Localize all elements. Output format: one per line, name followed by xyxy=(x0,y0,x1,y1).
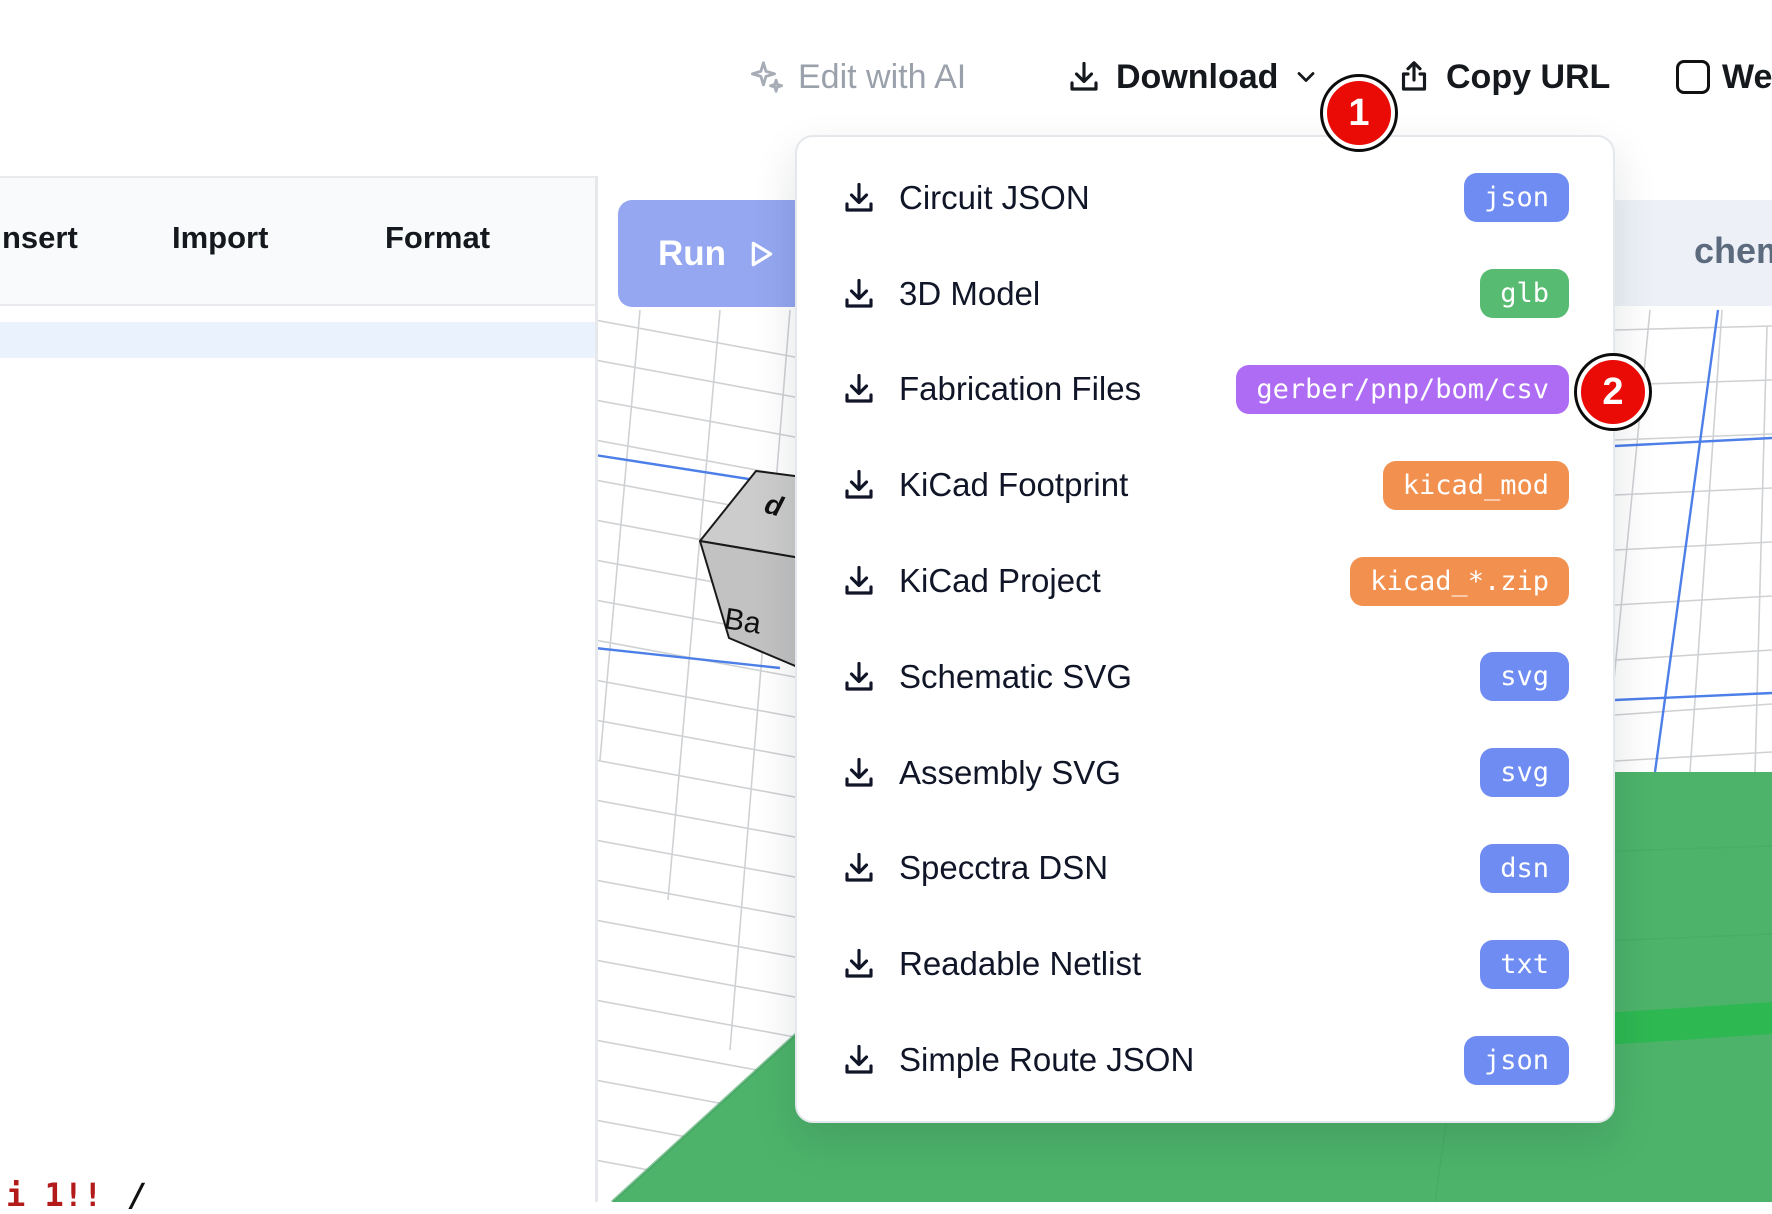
file-format-badge: glb xyxy=(1480,269,1569,318)
file-format-badge: kicad_*.zip xyxy=(1350,557,1569,606)
menubar-item-insert[interactable]: nsert xyxy=(2,220,78,256)
menubar-item-import[interactable]: Import xyxy=(172,220,268,256)
download-icon xyxy=(841,850,877,886)
download-menu-item-label: Fabrication Files xyxy=(899,370,1141,408)
download-menu-item-label: Assembly SVG xyxy=(899,754,1121,792)
download-menu-item-label: Simple Route JSON xyxy=(899,1041,1194,1079)
download-menu-item-label: Schematic SVG xyxy=(899,658,1132,696)
download-label: Download xyxy=(1116,58,1278,97)
menubar-item-format[interactable]: Format xyxy=(385,220,490,256)
app-root: { "toolbar": { "edit_with_ai": "Edit wit… xyxy=(0,0,1772,1202)
download-menu-item[interactable]: Fabrication Files gerber/pnp/bom/csv xyxy=(797,342,1613,438)
file-format-badge: dsn xyxy=(1480,844,1569,893)
file-format-badge: svg xyxy=(1480,652,1569,701)
chevron-down-icon xyxy=(1292,63,1320,91)
download-menu-item[interactable]: Simple Route JSON json xyxy=(797,1012,1613,1108)
edit-with-ai-button[interactable]: Edit with AI xyxy=(746,46,966,108)
download-menu-item[interactable]: Schematic SVG svg xyxy=(797,629,1613,725)
download-menu-item-label: Readable Netlist xyxy=(899,945,1141,983)
download-menu-item-label: Specctra DSN xyxy=(899,849,1108,887)
file-format-badge: json xyxy=(1464,173,1569,222)
download-menu-item-label: 3D Model xyxy=(899,275,1040,313)
file-format-badge: svg xyxy=(1480,748,1569,797)
file-format-badge: kicad_mod xyxy=(1383,461,1569,510)
download-menu-item-label: KiCad Project xyxy=(899,562,1101,600)
download-menu-item-label: Circuit JSON xyxy=(899,179,1090,217)
editor-code-fragment: / xyxy=(128,1176,147,1214)
file-format-badge: gerber/pnp/bom/csv xyxy=(1236,365,1569,414)
download-menu-item[interactable]: KiCad Project kicad_*.zip xyxy=(797,533,1613,629)
copy-url-button[interactable]: Copy URL xyxy=(1396,46,1610,108)
download-icon xyxy=(841,946,877,982)
panel-divider[interactable] xyxy=(595,176,598,1202)
download-menu-item[interactable]: Specctra DSN dsn xyxy=(797,821,1613,917)
download-icon xyxy=(1066,59,1102,95)
editor-highlighted-line[interactable] xyxy=(0,322,595,358)
download-icon xyxy=(841,180,877,216)
editor-error-text: i 1!!/ xyxy=(6,1176,148,1214)
download-dropdown-menu: Circuit JSON json 3D Model glb Fabricati… xyxy=(795,135,1615,1123)
copy-url-label: Copy URL xyxy=(1446,58,1610,97)
file-format-badge: json xyxy=(1464,1036,1569,1085)
download-button[interactable]: Download xyxy=(1066,46,1320,108)
run-button[interactable]: Run xyxy=(618,200,816,307)
annotation-step-2: 2 xyxy=(1577,356,1649,428)
webview-checkbox[interactable] xyxy=(1676,60,1710,94)
download-icon xyxy=(841,659,877,695)
download-icon xyxy=(841,276,877,312)
download-icon xyxy=(841,467,877,503)
download-icon xyxy=(841,371,877,407)
editor-menubar: nsert Import Format xyxy=(0,176,595,306)
download-menu-item-label: KiCad Footprint xyxy=(899,466,1128,504)
download-menu-item[interactable]: Assembly SVG svg xyxy=(797,725,1613,821)
download-icon xyxy=(841,755,877,791)
component-box-front-label: Ba xyxy=(722,602,764,640)
webview-label: We xyxy=(1722,58,1772,97)
tab-schematic[interactable]: chemati xyxy=(1694,230,1772,272)
download-menu-item[interactable]: Readable Netlist txt xyxy=(797,916,1613,1012)
file-format-badge: txt xyxy=(1480,940,1569,989)
annotation-step-1: 1 xyxy=(1323,77,1395,149)
edit-with-ai-label: Edit with AI xyxy=(798,58,966,97)
download-icon xyxy=(841,563,877,599)
download-menu-item[interactable]: Circuit JSON json xyxy=(797,150,1613,246)
download-menu-item[interactable]: 3D Model glb xyxy=(797,246,1613,342)
webview-toggle[interactable]: We xyxy=(1676,46,1772,108)
sparkle-icon xyxy=(746,58,784,96)
run-label: Run xyxy=(658,234,726,274)
download-menu-item[interactable]: KiCad Footprint kicad_mod xyxy=(797,437,1613,533)
share-icon xyxy=(1396,59,1432,95)
play-icon xyxy=(744,238,776,270)
download-icon xyxy=(841,1042,877,1078)
